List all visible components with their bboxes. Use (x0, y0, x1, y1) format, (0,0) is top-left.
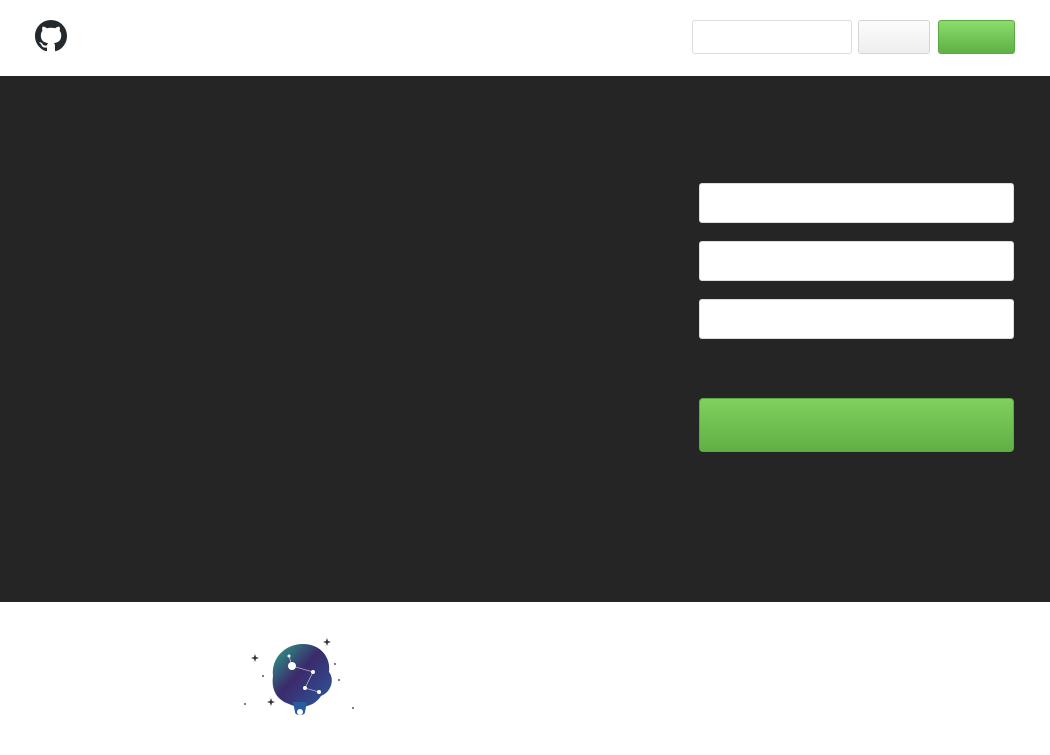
sign-in-button[interactable] (858, 20, 930, 54)
username-field[interactable] (699, 183, 1014, 223)
space-planet-illustration-icon (244, 638, 354, 715)
github-logo-icon[interactable] (35, 20, 67, 52)
password-field[interactable] (699, 299, 1014, 339)
site-header (0, 0, 1050, 76)
email-field[interactable] (699, 241, 1014, 281)
header-search-input[interactable] (692, 20, 852, 54)
sign-up-button[interactable] (938, 20, 1015, 54)
hero-section (0, 76, 1050, 602)
submit-signup-button[interactable] (699, 398, 1014, 452)
features-section (0, 602, 1050, 755)
